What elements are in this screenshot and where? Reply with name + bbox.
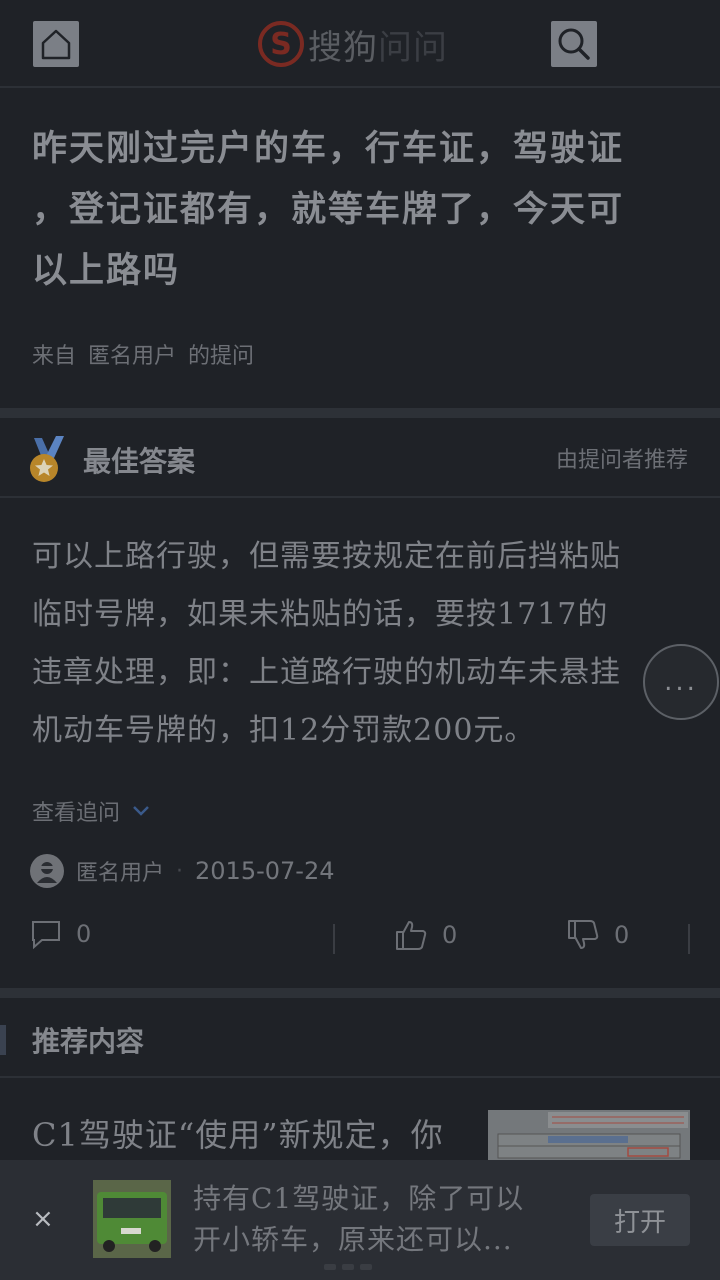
promo-line: 持有C1驾驶证，除了可以	[193, 1182, 525, 1215]
top-bar: S 搜狗问问	[0, 0, 720, 88]
bus-image	[93, 1180, 171, 1258]
comment-button[interactable]: 0	[30, 918, 91, 950]
svg-text:S: S	[270, 27, 292, 62]
home-button[interactable]	[33, 21, 79, 67]
floating-more-button[interactable]: ...	[643, 644, 719, 720]
answer-actions: 0 0 0	[0, 918, 720, 958]
brand-logo: S 搜狗问问	[258, 20, 448, 68]
brand-sub: 问问	[378, 27, 448, 68]
indicator-dot	[342, 1264, 354, 1270]
answer-author: 匿名用户 · 2015-07-24	[30, 853, 335, 889]
answer-line: 可以上路行驶，但需要按规定在前后挡粘贴	[32, 539, 621, 574]
promo-line: 开小轿车，原来还可以...	[193, 1223, 513, 1256]
recommended-header: 推荐内容	[0, 1000, 720, 1078]
open-app-button[interactable]: 打开	[590, 1194, 690, 1246]
home-icon	[41, 29, 71, 60]
meta-dot: ·	[176, 858, 184, 884]
recommended-item-thumbnail[interactable]	[488, 1110, 690, 1160]
close-banner-button[interactable]: ×	[32, 1204, 54, 1234]
like-count: 0	[442, 921, 458, 949]
like-button[interactable]: 0	[394, 918, 457, 952]
answer-line: 违章处理，即：上道路行驶的机动车未悬挂	[32, 655, 621, 690]
document-thumbnail-image	[488, 1110, 690, 1160]
dislike-count: 0	[614, 921, 630, 949]
promo-thumbnail[interactable]	[93, 1180, 171, 1258]
section-divider	[0, 988, 720, 998]
search-button[interactable]	[551, 21, 597, 67]
comment-count: 0	[76, 920, 92, 948]
answer-line: 机动车号牌的，扣12分罚款200元。	[32, 713, 536, 748]
recommended-by-asker: 由提问者推荐	[555, 448, 688, 473]
anonymous-avatar-icon	[37, 862, 57, 883]
dislike-button[interactable]: 0	[566, 918, 629, 952]
comment-icon	[32, 921, 60, 950]
thumbs-up-icon	[396, 921, 427, 950]
sogou-logo-icon: S	[258, 21, 304, 67]
brand-main: 搜狗	[308, 27, 378, 68]
thumbs-down-icon	[568, 920, 599, 949]
action-divider	[333, 924, 335, 954]
search-icon	[558, 28, 590, 60]
answer-line: 临时号牌，如果未粘贴的话，要按1717的	[32, 597, 609, 632]
indicator-dot	[360, 1264, 372, 1270]
app-promo-banner: × 持有C1驾驶证，除了可以 开小轿车，原来还可以... 打开	[0, 1160, 720, 1280]
medal-icon	[30, 436, 64, 482]
recommended-item-title[interactable]: C1驾驶证“使用”新规定，你	[32, 1110, 472, 1160]
meta-from: 来自	[32, 344, 77, 369]
question-title: 昨天刚过完户的车，行车证，驾驶证 ，登记证都有，就等车牌了，今天可 以上路吗	[32, 118, 688, 301]
indicator-dot	[324, 1264, 336, 1270]
page-indicator	[324, 1264, 378, 1270]
question-line: 以上路吗	[32, 250, 181, 291]
answer-date: 2015-07-24	[195, 857, 335, 885]
action-divider	[688, 924, 690, 954]
best-answer-header: 最佳答案 由提问者推荐	[0, 418, 720, 498]
chevron-down-icon	[133, 806, 149, 816]
answer-body: 可以上路行驶，但需要按规定在前后挡粘贴 临时号牌，如果未粘贴的话，要按1717的…	[32, 528, 692, 760]
question-line: ，登记证都有，就等车牌了，今天可	[32, 189, 625, 230]
brand-name: 搜狗问问	[308, 20, 448, 69]
author-name[interactable]: 匿名用户	[76, 855, 164, 887]
question-line: 昨天刚过完户的车，行车证，驾驶证	[32, 128, 625, 169]
section-divider	[0, 408, 720, 418]
asker-name[interactable]: 匿名用户	[88, 344, 176, 369]
meta-suffix: 的提问	[188, 344, 255, 369]
avatar[interactable]	[30, 854, 64, 888]
promo-text[interactable]: 持有C1驾驶证，除了可以 开小轿车，原来还可以...	[193, 1178, 563, 1260]
best-answer-title: 最佳答案	[83, 445, 196, 478]
question-meta: 来自 匿名用户 的提问	[32, 338, 266, 370]
recommended-title: 推荐内容	[32, 1025, 145, 1058]
section-marker	[0, 1025, 6, 1055]
followup-label: 查看追问	[32, 801, 121, 826]
view-followups-link[interactable]: 查看追问	[32, 795, 150, 827]
